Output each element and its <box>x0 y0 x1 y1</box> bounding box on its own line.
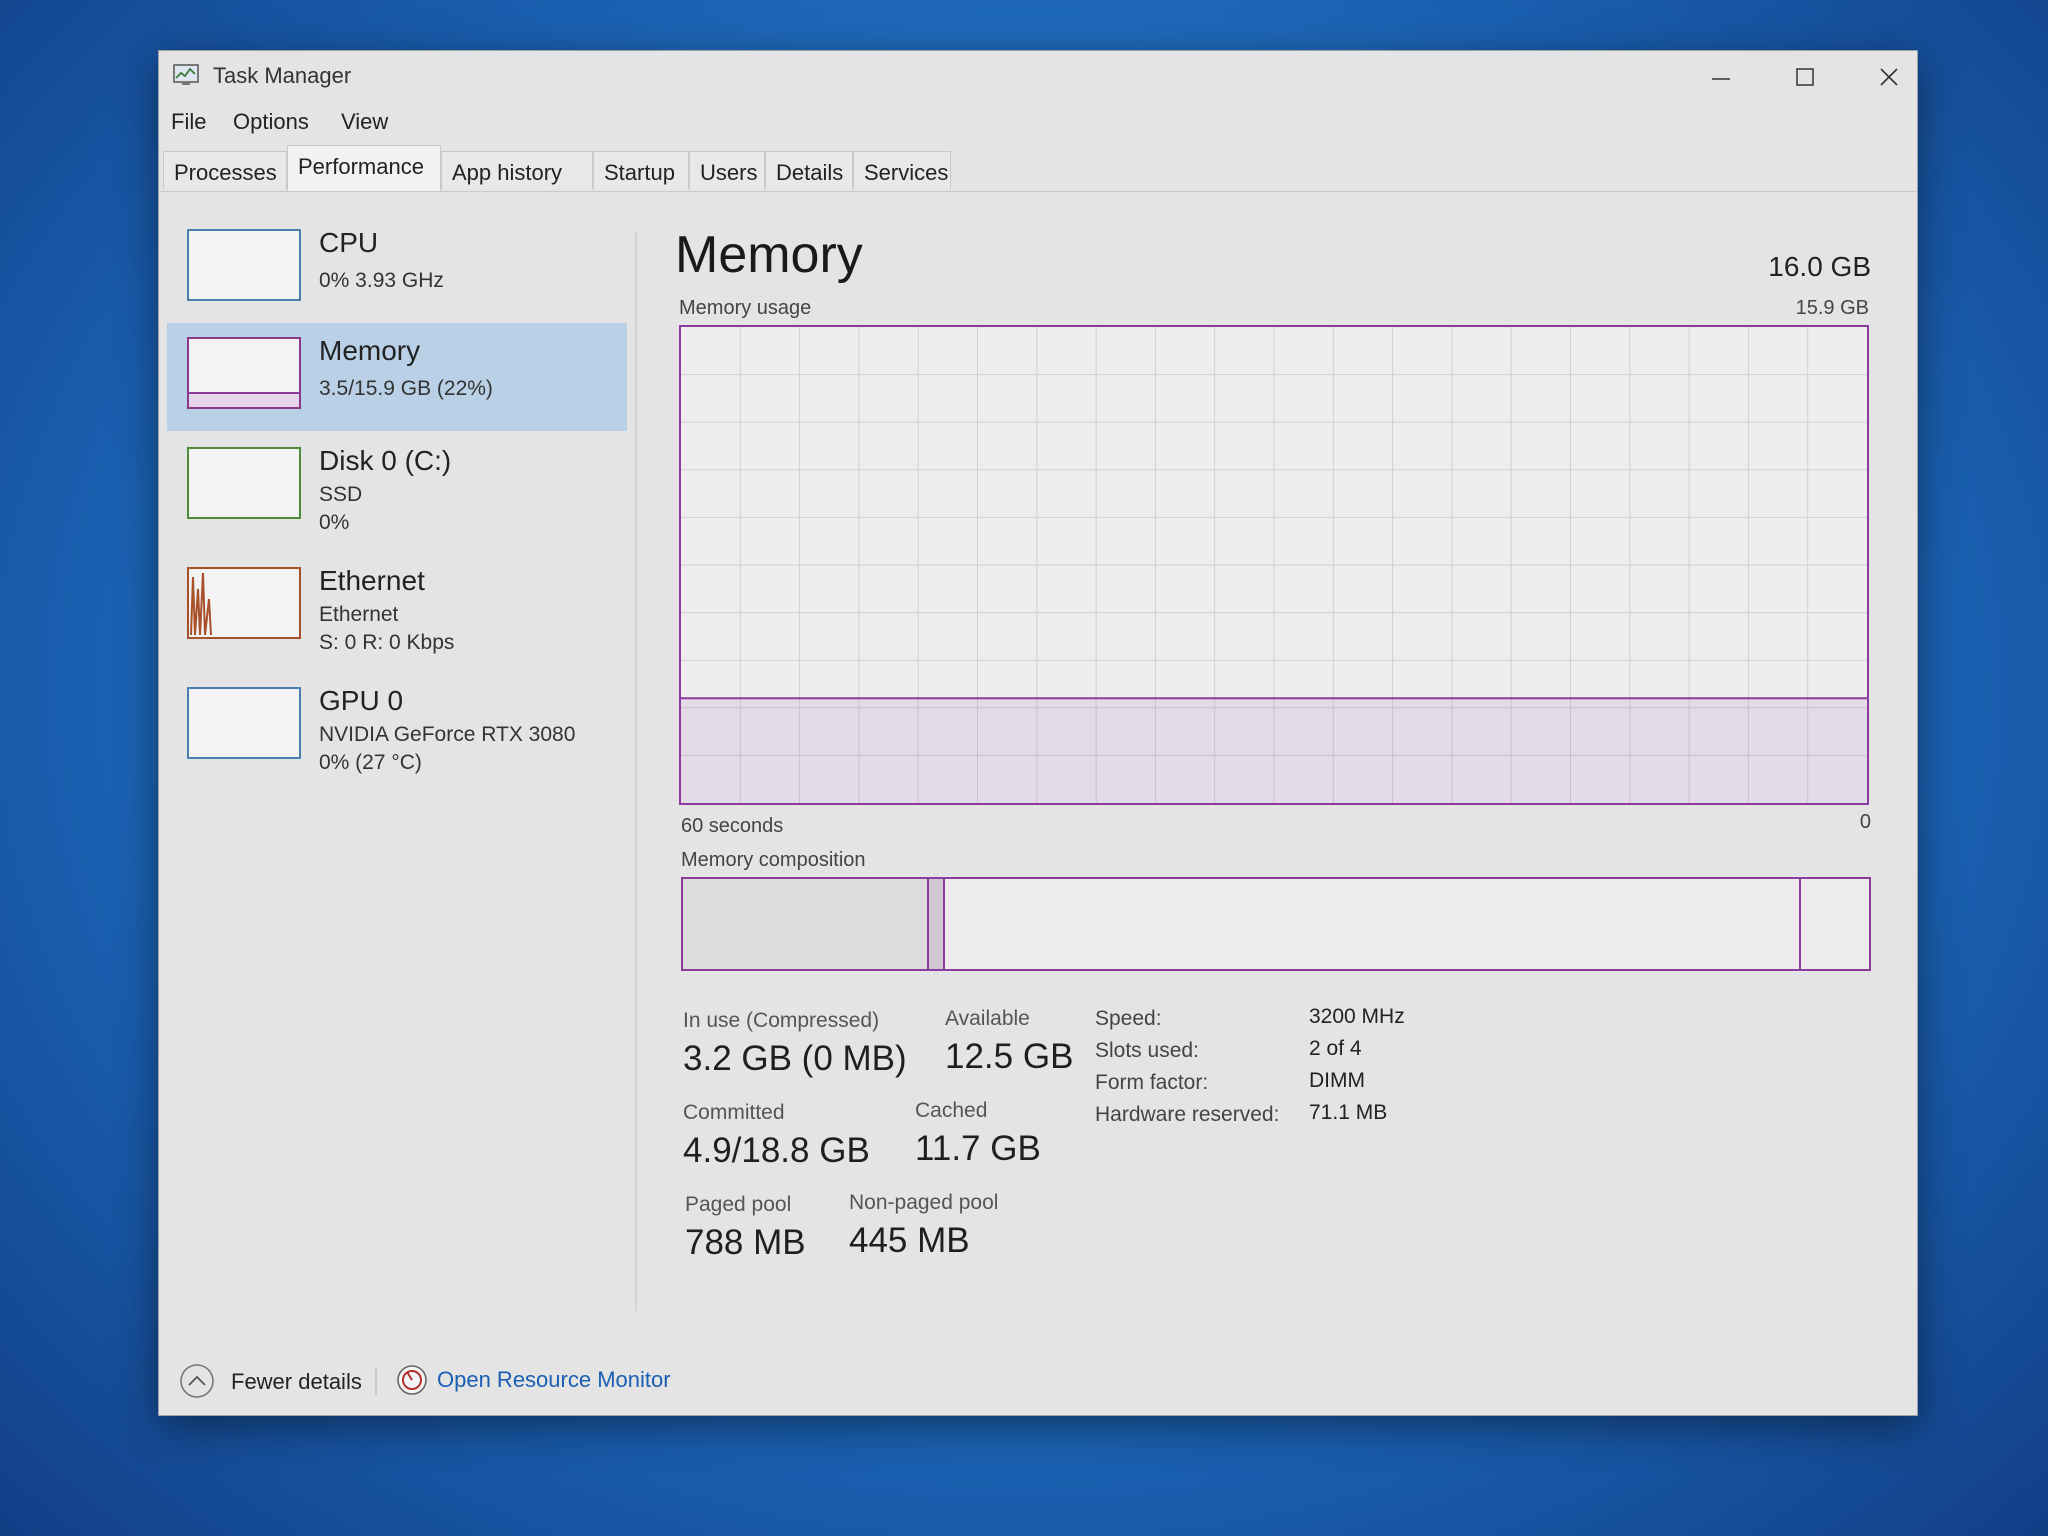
committed-label: Committed <box>683 1101 785 1124</box>
sidebar-item-label: Memory <box>319 335 421 366</box>
memory-usage-max: 15.9 GB <box>1795 297 1869 319</box>
gpu-thumbnail-graph <box>187 687 301 759</box>
memory-total: 16.0 GB <box>1768 251 1871 282</box>
hardware-reserved-value: 71.1 MB <box>1309 1101 1388 1124</box>
sidebar-item-ethernet[interactable]: Ethernet Ethernet S: 0 R: 0 Kbps <box>167 553 627 661</box>
resource-sidebar: CPU 0% 3.93 GHz Memory 3.5/15.9 GB (22%)… <box>167 203 627 1343</box>
sidebar-item-gpu[interactable]: GPU 0 NVIDIA GeForce RTX 3080 0% (27 °C) <box>167 673 627 781</box>
memory-detail-panel: Memory 16.0 GB Memory usage 15.9 GB 60 s… <box>659 203 1889 1343</box>
title-bar[interactable]: Task Manager <box>159 51 1917 101</box>
in-use-value: 3.2 GB (0 MB) <box>683 1039 907 1078</box>
memory-composition-bar <box>681 877 1871 971</box>
composition-free-divider <box>1799 879 1801 969</box>
close-button[interactable] <box>1847 55 1931 99</box>
disk-type: SSD <box>319 483 363 506</box>
tab-services[interactable]: Services <box>853 151 951 189</box>
cpu-thumbnail-graph <box>187 229 301 301</box>
task-manager-icon <box>173 63 201 87</box>
maximize-icon <box>1796 68 1814 86</box>
memory-usage-label: Memory usage <box>679 297 812 319</box>
maximize-button[interactable] <box>1763 55 1847 99</box>
tab-details[interactable]: Details <box>765 151 853 189</box>
open-resource-monitor-link[interactable]: Open Resource Monitor <box>437 1367 671 1393</box>
tab-app-history[interactable]: App history <box>441 151 593 189</box>
footer-divider <box>375 1367 377 1395</box>
sidebar-divider <box>635 231 637 1311</box>
task-manager-window: Task Manager File Options View Processes… <box>158 50 1918 1416</box>
composition-modified <box>927 879 945 969</box>
footer-bar: Fewer details Open Resource Monitor <box>159 1345 1917 1415</box>
memory-summary: 3.5/15.9 GB (22%) <box>319 377 493 400</box>
tab-users[interactable]: Users <box>689 151 765 189</box>
fewer-details-button[interactable]: Fewer details <box>231 1369 362 1395</box>
sidebar-item-label: CPU <box>319 227 379 258</box>
graph-time-left: 60 seconds <box>681 815 784 837</box>
cpu-summary: 0% 3.93 GHz <box>319 269 444 292</box>
sidebar-item-label: Disk 0 (C:) <box>319 445 452 476</box>
disk-usage: 0% <box>319 511 350 534</box>
graph-time-right: 0 <box>1859 811 1871 833</box>
minimize-button[interactable] <box>1679 55 1763 99</box>
gpu-model: NVIDIA GeForce RTX 3080 <box>319 723 576 746</box>
speed-value: 3200 MHz <box>1309 1005 1405 1028</box>
memory-usage-plot <box>681 327 1867 803</box>
nonpaged-pool-label: Non-paged pool <box>849 1191 999 1214</box>
composition-in-use <box>683 879 927 969</box>
close-icon <box>1880 68 1898 86</box>
disk-thumbnail-graph <box>187 447 301 519</box>
speed-label: Speed: <box>1095 1007 1162 1030</box>
available-value: 12.5 GB <box>945 1037 1074 1076</box>
memory-usage-graph <box>679 325 1869 805</box>
menu-options[interactable]: Options <box>233 109 309 135</box>
menu-bar: File Options View <box>159 103 1917 143</box>
sidebar-item-label: GPU 0 <box>319 685 404 716</box>
sidebar-item-disk[interactable]: Disk 0 (C:) SSD 0% <box>167 433 627 541</box>
slots-value: 2 of 4 <box>1309 1037 1362 1060</box>
minimize-icon <box>1712 78 1730 80</box>
tab-startup[interactable]: Startup <box>593 151 689 189</box>
nonpaged-pool-value: 445 MB <box>849 1221 970 1260</box>
sidebar-item-memory[interactable]: Memory 3.5/15.9 GB (22%) <box>167 323 627 431</box>
ethernet-thumbnail-graph <box>187 567 301 639</box>
menu-file[interactable]: File <box>171 109 206 135</box>
gpu-usage: 0% (27 °C) <box>319 751 422 774</box>
hardware-reserved-label: Hardware reserved: <box>1095 1103 1280 1126</box>
tab-processes[interactable]: Processes <box>163 151 287 189</box>
page-title: Memory <box>675 226 863 284</box>
committed-value: 4.9/18.8 GB <box>683 1131 870 1170</box>
ethernet-throughput: S: 0 R: 0 Kbps <box>319 631 455 654</box>
slots-label: Slots used: <box>1095 1039 1199 1062</box>
sidebar-item-label: Ethernet <box>319 565 425 596</box>
memory-thumbnail-graph <box>187 337 301 409</box>
in-use-label: In use (Compressed) <box>683 1009 880 1032</box>
cached-label: Cached <box>915 1099 988 1122</box>
paged-pool-value: 788 MB <box>685 1223 806 1262</box>
memory-composition-label: Memory composition <box>681 849 866 871</box>
form-factor-value: DIMM <box>1309 1069 1365 1092</box>
memory-usage-area <box>681 698 1867 803</box>
ethernet-adapter: Ethernet <box>319 603 399 626</box>
resource-monitor-icon[interactable] <box>395 1363 429 1402</box>
paged-pool-label: Paged pool <box>685 1193 792 1216</box>
chevron-up-icon[interactable] <box>179 1363 215 1404</box>
tab-performance[interactable]: Performance <box>287 145 441 191</box>
tab-bar: Processes Performance App history Startu… <box>159 145 1917 192</box>
sidebar-item-cpu[interactable]: CPU 0% 3.93 GHz <box>167 215 627 323</box>
cached-value: 11.7 GB <box>915 1129 1041 1168</box>
available-label: Available <box>945 1007 1030 1030</box>
menu-view[interactable]: View <box>341 109 388 135</box>
form-factor-label: Form factor: <box>1095 1071 1209 1094</box>
window-title: Task Manager <box>213 63 352 88</box>
